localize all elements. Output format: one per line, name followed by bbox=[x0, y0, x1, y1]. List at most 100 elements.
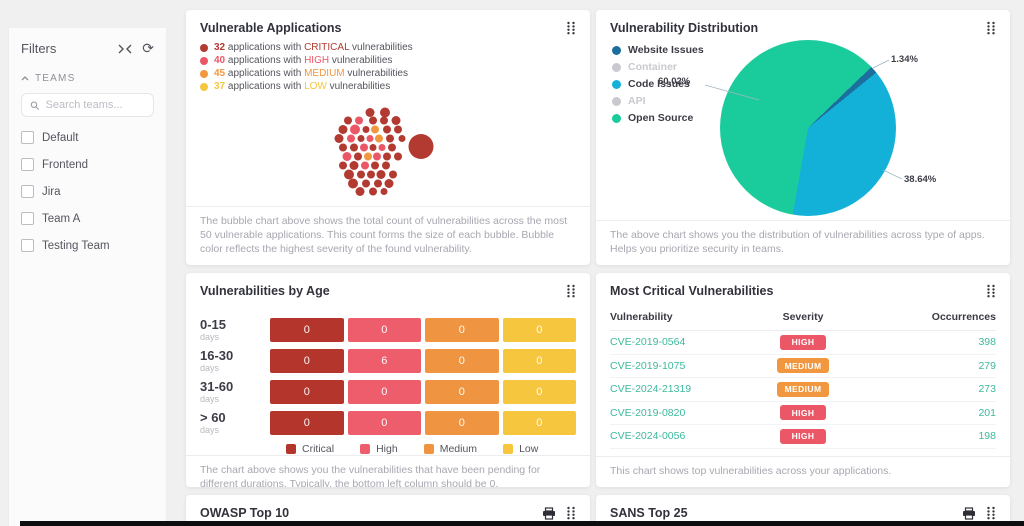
severity-dot-icon bbox=[200, 44, 208, 52]
drag-handle-icon[interactable] bbox=[986, 284, 996, 298]
team-label: Frontend bbox=[42, 159, 88, 171]
age-range-label: 0-15days bbox=[200, 317, 270, 342]
age-cell: 0 bbox=[503, 380, 577, 404]
teams-section-label: TEAMS bbox=[35, 73, 75, 84]
pie-legend-item[interactable]: Open Source bbox=[612, 112, 704, 124]
legend-label: Website Issues bbox=[628, 44, 704, 56]
team-search-box[interactable] bbox=[21, 93, 154, 117]
column-header-severity: Severity bbox=[743, 311, 863, 323]
team-label: Team A bbox=[42, 213, 80, 225]
pie-legend-item[interactable]: Container bbox=[612, 61, 704, 73]
cve-table: Vulnerability Severity Occurrences CVE-2… bbox=[596, 303, 1010, 449]
checkbox[interactable] bbox=[21, 131, 34, 144]
card-most-critical-vulnerabilities: Most Critical Vulnerabilities Vulnerabil… bbox=[596, 273, 1010, 487]
severity-legend-row: 37 applications with LOW vulnerabilities bbox=[200, 81, 576, 92]
age-cell: 0 bbox=[503, 349, 577, 373]
teams-section-header[interactable]: TEAMS bbox=[21, 73, 154, 84]
age-cell: 0 bbox=[503, 318, 577, 342]
drag-handle-icon[interactable] bbox=[566, 506, 576, 520]
cve-link[interactable]: CVE-2019-0564 bbox=[610, 336, 743, 348]
column-header-vulnerability: Vulnerability bbox=[610, 311, 743, 323]
column-header-occurrences: Occurrences bbox=[863, 311, 996, 323]
severity-badge: HIGH bbox=[780, 405, 826, 420]
age-legend: CriticalHighMediumLow bbox=[286, 443, 576, 455]
pie-legend-item[interactable]: API bbox=[612, 95, 704, 107]
legend-label: Open Source bbox=[628, 112, 693, 124]
age-cell: 0 bbox=[270, 318, 344, 342]
age-grid[interactable]: 0-15days000016-30days060031-60days0000> … bbox=[186, 303, 590, 455]
team-search-input[interactable] bbox=[46, 99, 145, 111]
vuln-apps-legend: 32 applications with CRITICAL vulnerabil… bbox=[186, 40, 590, 94]
refresh-icon[interactable]: ⟳ bbox=[142, 40, 154, 57]
chevron-up-icon bbox=[21, 76, 29, 81]
card-vulnerable-applications: Vulnerable Applications 32 applications … bbox=[186, 10, 590, 265]
age-cell: 0 bbox=[503, 411, 577, 435]
checkbox[interactable] bbox=[21, 185, 34, 198]
age-cell: 0 bbox=[348, 380, 422, 404]
age-range-label: 31-60days bbox=[200, 379, 270, 404]
occurrence-count: 198 bbox=[863, 430, 996, 442]
severity-badge: MEDIUM bbox=[777, 382, 830, 397]
age-legend-item: Medium bbox=[424, 443, 477, 455]
pie-percentage-label: 60.02% bbox=[658, 76, 690, 87]
severity-badge: MEDIUM bbox=[777, 358, 830, 373]
legend-dot-icon bbox=[612, 63, 621, 72]
age-cell: 6 bbox=[348, 349, 422, 373]
card-title: Most Critical Vulnerabilities bbox=[610, 284, 773, 298]
team-filter-item[interactable]: Frontend bbox=[21, 158, 154, 171]
cve-link[interactable]: CVE-2024-0056 bbox=[610, 430, 743, 442]
card-title: Vulnerability Distribution bbox=[610, 21, 758, 35]
cve-table-row[interactable]: CVE-2019-1075 MEDIUM 279 bbox=[610, 355, 996, 379]
card-vulnerabilities-by-age: Vulnerabilities by Age 0-15days000016-30… bbox=[186, 273, 590, 487]
cve-table-row[interactable]: CVE-2019-0820 HIGH 201 bbox=[610, 402, 996, 426]
checkbox[interactable] bbox=[21, 212, 34, 225]
age-legend-item: Low bbox=[503, 443, 538, 455]
cve-table-header: Vulnerability Severity Occurrences bbox=[610, 307, 996, 331]
occurrence-count: 201 bbox=[863, 407, 996, 419]
pie-legend-item[interactable]: Website Issues bbox=[612, 44, 704, 56]
print-icon[interactable] bbox=[542, 507, 556, 520]
team-filter-item[interactable]: Testing Team bbox=[21, 239, 154, 252]
cve-table-body: CVE-2019-0564 HIGH 398 CVE-2019-1075 MEDIUM 2… bbox=[610, 331, 996, 449]
age-legend-item: Critical bbox=[286, 443, 334, 455]
filters-header: Filters ⟳ bbox=[21, 40, 154, 57]
team-label: Jira bbox=[42, 186, 61, 198]
severity-badge: HIGH bbox=[780, 335, 826, 350]
cve-link[interactable]: CVE-2019-1075 bbox=[610, 360, 743, 372]
age-row: 31-60days0000 bbox=[200, 379, 576, 404]
cve-table-row[interactable]: CVE-2019-0564 HIGH 398 bbox=[610, 331, 996, 355]
print-icon[interactable] bbox=[962, 507, 976, 520]
team-filter-item[interactable]: Team A bbox=[21, 212, 154, 225]
team-label: Testing Team bbox=[42, 240, 110, 252]
collapse-sidebar-icon[interactable] bbox=[118, 44, 132, 54]
drag-handle-icon[interactable] bbox=[566, 284, 576, 298]
team-filter-item[interactable]: Default bbox=[21, 131, 154, 144]
cve-link[interactable]: CVE-2019-0820 bbox=[610, 407, 743, 419]
legend-dot-icon bbox=[612, 80, 621, 89]
card-vulnerability-distribution: Vulnerability Distribution Website Issue… bbox=[596, 10, 1010, 265]
cve-table-row[interactable]: CVE-2024-0056HIGH198 bbox=[610, 425, 996, 449]
checkbox[interactable] bbox=[21, 158, 34, 171]
age-row: > 60days0000 bbox=[200, 410, 576, 435]
drag-handle-icon[interactable] bbox=[986, 506, 996, 520]
card-footer-text: The bubble chart above shows the total c… bbox=[186, 206, 590, 265]
team-list: Default Frontend Jira Team A Testing Team bbox=[21, 131, 154, 252]
severity-legend-row: 40 applications with HIGH vulnerabilitie… bbox=[200, 55, 576, 66]
legend-square-icon bbox=[360, 444, 370, 454]
severity-dot-icon bbox=[200, 83, 208, 91]
age-cell: 0 bbox=[270, 411, 344, 435]
severity-dot-icon bbox=[200, 70, 208, 78]
legend-square-icon bbox=[424, 444, 434, 454]
cve-table-row[interactable]: CVE-2024-21319MEDIUM273 bbox=[610, 378, 996, 402]
legend-label: API bbox=[628, 95, 646, 107]
pie-percentage-label: 38.64% bbox=[904, 174, 936, 185]
drag-handle-icon[interactable] bbox=[986, 21, 996, 35]
drag-handle-icon[interactable] bbox=[566, 21, 576, 35]
team-filter-item[interactable]: Jira bbox=[21, 185, 154, 198]
bubble-chart[interactable] bbox=[323, 98, 453, 206]
occurrence-count: 279 bbox=[863, 360, 996, 372]
pie-chart[interactable] bbox=[720, 40, 896, 216]
cve-link[interactable]: CVE-2024-21319 bbox=[610, 383, 743, 395]
checkbox[interactable] bbox=[21, 239, 34, 252]
occurrence-count: 398 bbox=[863, 336, 996, 348]
